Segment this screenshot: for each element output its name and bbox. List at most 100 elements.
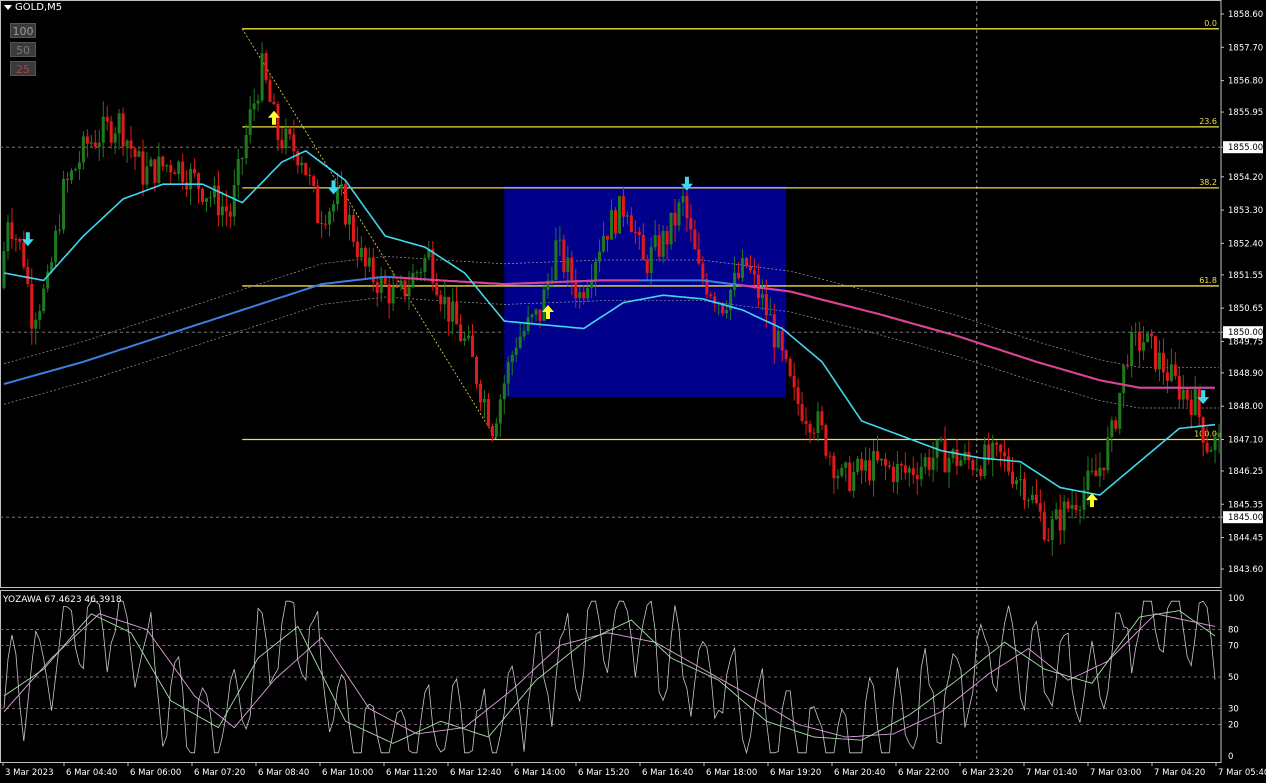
candle-body (38, 311, 42, 320)
candle-body (312, 176, 316, 186)
price-axis-label: 1843.60 (1228, 565, 1263, 575)
price-axis-label: 1844.45 (1228, 534, 1263, 544)
price-axis-label: 1855.00 (1228, 143, 1263, 153)
candle-body (232, 184, 236, 217)
candle-body (697, 249, 701, 264)
candle-body (145, 166, 149, 185)
candle-body (181, 161, 185, 183)
candle-body (1078, 509, 1082, 511)
fib-level-label: 100.0 (1194, 430, 1217, 439)
candle-body (216, 185, 220, 216)
time-axis-label: 6 Mar 12:40 (450, 768, 501, 778)
candle-body (689, 218, 693, 230)
time-axis-label: 6 Mar 16:40 (642, 768, 693, 778)
time-axis-label: 6 Mar 06:00 (130, 768, 181, 778)
time-axis-label: 3 Mar 2023 (5, 768, 53, 778)
time-axis-label: 6 Mar 22:00 (898, 768, 949, 778)
candle-body (693, 229, 697, 250)
candle-body (653, 235, 657, 248)
candle-body (129, 140, 133, 149)
price-axis-label: 1848.90 (1228, 369, 1263, 379)
oscillator-axis-label: 20 (1228, 720, 1239, 730)
candle-body (1153, 336, 1157, 370)
candle-body (1118, 392, 1122, 429)
candle-body (77, 162, 81, 170)
candle-body (14, 238, 18, 240)
candle-body (923, 457, 927, 467)
price-axis-label: 1857.70 (1228, 43, 1263, 53)
time-axis-label: 7 Mar 01:40 (1026, 768, 1077, 778)
candle-body (1185, 389, 1189, 400)
candle-body (292, 134, 296, 152)
candle-body (463, 338, 467, 342)
candle-body (641, 234, 645, 261)
candle-body (308, 175, 312, 177)
candle-body (975, 468, 979, 471)
candle-body (81, 136, 85, 163)
candle-body (582, 292, 586, 299)
candle-body (471, 335, 475, 357)
candle-body (1102, 467, 1106, 471)
candle-body (1197, 388, 1201, 418)
time-axis-label: 7 Mar 05:40 (1218, 768, 1266, 778)
candle-body (979, 468, 983, 477)
candle-body (101, 116, 105, 143)
candle-body (280, 139, 284, 149)
candle-body (522, 331, 526, 337)
candle-body (451, 302, 455, 322)
candle-body (455, 302, 459, 325)
candle-body (1193, 388, 1197, 416)
candle-body (300, 162, 304, 166)
candle-body (673, 212, 677, 226)
candle-body (54, 230, 58, 263)
candle-body (490, 426, 494, 437)
candle-body (1157, 352, 1161, 370)
candle-body (625, 215, 629, 217)
price-axis-label: 1854.20 (1228, 173, 1263, 183)
candle-body (264, 53, 268, 81)
candle-body (58, 229, 62, 231)
oscillator-axis-label: 70 (1228, 641, 1239, 651)
oscillator-axis-label: 0 (1228, 752, 1233, 762)
candle-body (109, 121, 113, 143)
candle-body (737, 272, 741, 278)
candle-body (828, 455, 832, 457)
candle-body (73, 169, 77, 171)
price-chart[interactable]: 0.0 23.6 38.2 61.8 100.0 1858.60 1857.70 1856.8… (0, 0, 1266, 783)
candle-body (1110, 420, 1114, 437)
candle-body (161, 156, 165, 167)
candle-body (355, 241, 359, 258)
candle-body (820, 411, 824, 426)
candle-body (351, 214, 355, 242)
time-axis-label: 6 Mar 20:40 (834, 768, 885, 778)
candle-body (486, 398, 490, 427)
candle-body (943, 439, 947, 473)
candle-body (959, 460, 963, 466)
candle-body (844, 462, 848, 468)
candle-body (677, 202, 681, 226)
candle-body (800, 404, 804, 421)
candle-body (1070, 504, 1074, 509)
candle-body (840, 467, 844, 476)
candle-body (879, 458, 884, 461)
candle-body (467, 335, 471, 339)
candle-body (1058, 509, 1062, 531)
oscillator-pink-line (3, 613, 1216, 738)
candle-body (514, 347, 518, 355)
price-axis-label: 1851.55 (1228, 271, 1263, 281)
candle-body (328, 211, 332, 225)
candle-body (816, 411, 820, 434)
candle-body (419, 271, 423, 273)
candle-body (30, 283, 34, 329)
time-axis-label: 6 Mar 19:20 (770, 768, 821, 778)
candle-body (173, 172, 177, 175)
candle-body (760, 294, 764, 299)
oscillator-axis-label: 30 (1228, 705, 1239, 715)
candle-body (189, 168, 193, 190)
candle-body (459, 324, 463, 342)
candle-body (201, 188, 205, 202)
candle-body (725, 309, 729, 314)
candle-body (872, 451, 876, 481)
candle-body (780, 330, 784, 351)
candle-body (62, 178, 66, 230)
